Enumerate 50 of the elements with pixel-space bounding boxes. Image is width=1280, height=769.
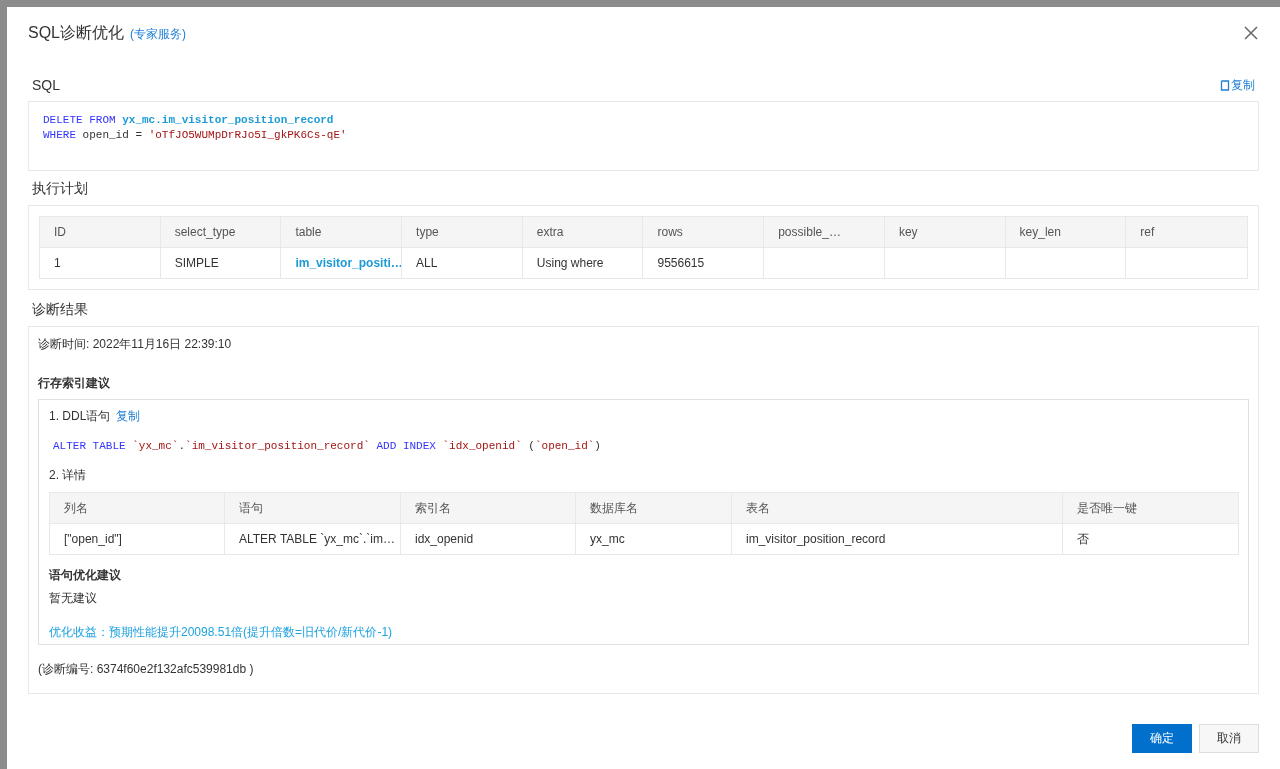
diagnosis-time: 诊断时间: 2022年11月16日 22:39:10 — [38, 336, 233, 353]
column-header: 列名 — [50, 493, 225, 524]
column-header: 是否唯一键 — [1063, 493, 1238, 524]
dialog-title: SQL诊断优化 — [28, 22, 124, 43]
column-header: ref — [1126, 217, 1247, 248]
table-cell: ALTER TABLE `yx_mc`.`im… — [225, 524, 401, 555]
table-cell: idx_openid — [401, 524, 576, 555]
benefit-text: 优化收益：预期性能提升20098.51倍(提升倍数=旧代价/新代价-1) — [49, 624, 394, 641]
copy-link[interactable]: 复制 — [1220, 76, 1255, 94]
table-cell: Using where — [522, 248, 644, 279]
column-header: 索引名 — [401, 493, 576, 524]
cancel-button[interactable]: 取消 — [1199, 724, 1259, 753]
column-header: ID — [40, 217, 161, 248]
copy-icon[interactable] — [1220, 79, 1230, 91]
subsection-heading: 行存索引建议 — [38, 375, 111, 392]
expert-service-link[interactable]: (专家服务) — [130, 26, 186, 43]
confirm-button[interactable]: 确定 — [1132, 724, 1192, 753]
subsection-heading: 语句优化建议 — [49, 567, 122, 584]
ddl-label: 1. DDL语句 — [49, 409, 111, 423]
column-header: key_len — [1005, 217, 1127, 248]
detail-label: 2. 详情 — [49, 467, 88, 484]
column-header: key — [884, 217, 1006, 248]
column-header: 表名 — [732, 493, 1063, 524]
section-heading: SQL — [32, 77, 60, 93]
column-header: 语句 — [225, 493, 401, 524]
diagnosis-id: (诊断编号: 6374f60e2f132afc539981db ) — [38, 661, 255, 678]
code-line: ALTER TABLE `yx_mc`.`im_visitor_position_record` ADD INDEX `idx_openid` (`open_id`) — [53, 439, 602, 454]
column-header: 数据库名 — [576, 493, 732, 524]
section-heading: 执行计划 — [32, 180, 88, 198]
suggestion-text: 暂无建议 — [49, 590, 98, 607]
column-header: possible_… — [764, 217, 885, 248]
table-cell: 否 — [1063, 524, 1238, 555]
table-cell: ["open_id"] — [50, 524, 225, 555]
column-header: table — [281, 217, 403, 248]
table-link[interactable]: im_visitor_positi… — [281, 248, 403, 279]
table-cell: im_visitor_position_record — [732, 524, 1063, 555]
table-cell: 9556615 — [643, 248, 765, 279]
table-cell: yx_mc — [576, 524, 732, 555]
column-header: select_type — [160, 217, 282, 248]
close-icon[interactable] — [1244, 26, 1258, 40]
column-header: rows — [643, 217, 765, 248]
code-line: WHERE open_id = 'oTfJO5WUMpDrRJo5I_gkPK6Cs-qE' — [43, 128, 348, 143]
code-line: DELETE FROM yx_mc.im_visitor_position_record — [43, 113, 335, 128]
section-heading: 诊断结果 — [32, 301, 88, 319]
table-cell: SIMPLE — [160, 248, 282, 279]
column-header: extra — [522, 217, 644, 248]
copy-link[interactable]: 复制 — [116, 409, 141, 423]
table-cell: 1 — [40, 248, 161, 279]
table-cell: ALL — [402, 248, 523, 279]
column-header: type — [402, 217, 523, 248]
